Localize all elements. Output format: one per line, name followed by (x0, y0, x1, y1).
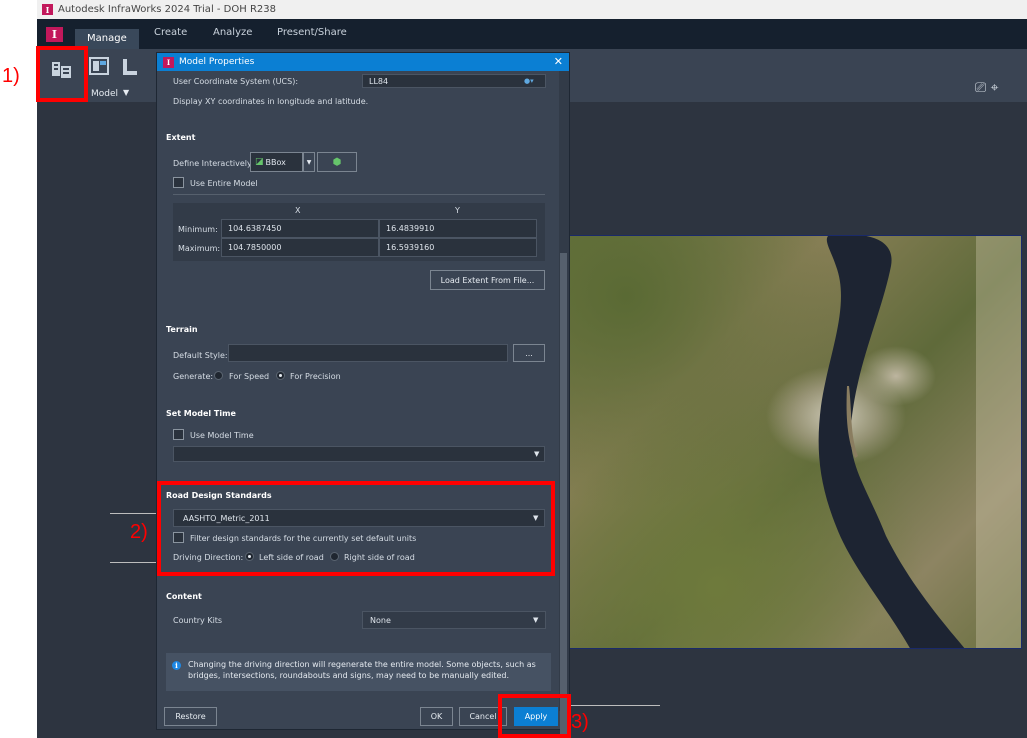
ucs-description: Display XY coordinates in longitude and … (173, 97, 369, 106)
max-x-input[interactable]: 104.7850000 (221, 238, 379, 257)
minimum-label: Minimum: (178, 225, 218, 234)
window-title: Autodesk InfraWorks 2024 Trial - DOH R23… (58, 4, 276, 15)
min-x-input[interactable]: 104.6387450 (221, 219, 379, 238)
country-kits-select[interactable]: None (362, 611, 546, 629)
terrain-header: Terrain (166, 325, 198, 334)
screenshot-root: I Autodesk InfraWorks 2024 Trial - DOH R… (0, 0, 1027, 738)
country-kits-label: Country Kits (173, 616, 223, 625)
load-extent-from-file-button[interactable]: Load Extent From File... (430, 270, 545, 290)
define-interactively-select[interactable]: ◪ BBox (250, 152, 303, 172)
divider (173, 194, 545, 195)
close-icon[interactable]: ✕ (554, 55, 563, 68)
model-label[interactable]: Model (91, 89, 118, 99)
chevron-down-icon: ▼ (533, 616, 539, 624)
max-y-value: 16.5939160 (386, 243, 435, 252)
scrollbar-thumb[interactable] (560, 253, 567, 738)
maximum-label: Maximum: (178, 244, 221, 253)
column-y-header: Y (455, 206, 460, 215)
use-entire-model-label: Use Entire Model (190, 179, 258, 188)
model-time-select[interactable] (173, 446, 545, 462)
river-shape (818, 236, 1021, 648)
dialog-titlebar[interactable]: I Model Properties (157, 53, 569, 71)
annotation-box-step2 (157, 481, 555, 576)
content-header: Content (166, 592, 202, 601)
for-speed-radio[interactable] (214, 371, 223, 380)
chevron-down-icon: ▼ (534, 450, 540, 458)
divider (110, 513, 157, 514)
pick-extent-icon: ⬢ (332, 156, 342, 168)
window-titlebar: I Autodesk InfraWorks 2024 Trial - DOH R… (37, 0, 1027, 19)
define-dropdown-button[interactable]: ▼ (303, 152, 315, 172)
app-icon: I (163, 56, 174, 68)
ucs-label: User Coordinate System (UCS): (173, 77, 299, 86)
model-tool-icon[interactable] (89, 57, 109, 77)
globe-icon: ●▾ (524, 77, 534, 85)
tab-analyze[interactable]: Analyze (213, 27, 252, 38)
pick-extent-button[interactable]: ⬢ (317, 152, 357, 172)
infraworks-logo-icon[interactable]: I (46, 27, 63, 42)
use-model-time-checkbox[interactable] (173, 429, 184, 440)
browse-style-button[interactable]: ... (513, 344, 545, 362)
ucs-select[interactable]: LL84 (362, 74, 546, 88)
default-style-label: Default Style: (173, 351, 228, 360)
restore-button[interactable]: Restore (164, 707, 217, 726)
ribbon-tab-bar: I Manage Create Analyze Present/Share (37, 19, 1027, 49)
min-x-value: 104.6387450 (228, 224, 282, 233)
annotation-label-step2: 2) (130, 521, 148, 543)
annotation-box-step3 (498, 694, 571, 738)
satellite-map[interactable] (565, 235, 1022, 649)
present-icon[interactable]: ⎚ ⌖ (975, 80, 999, 96)
define-interactively-value: BBox (265, 157, 286, 167)
max-y-input[interactable]: 16.5939160 (379, 238, 537, 257)
chevron-down-icon: ▼ (306, 158, 312, 166)
bbox-icon: ◪ (255, 157, 264, 167)
divider (110, 562, 157, 563)
for-precision-label: For Precision (290, 372, 341, 381)
column-x-header: X (295, 206, 301, 215)
min-y-input[interactable]: 16.4839910 (379, 219, 537, 238)
info-message: Changing the driving direction will rege… (188, 660, 536, 680)
divider (570, 705, 660, 706)
info-message-box: i Changing the driving direction will re… (166, 653, 551, 691)
ok-button[interactable]: OK (420, 707, 453, 726)
tab-present-share[interactable]: Present/Share (277, 27, 347, 38)
use-model-time-label: Use Model Time (190, 431, 254, 440)
generate-label: Generate: (173, 372, 214, 381)
tab-create[interactable]: Create (154, 27, 187, 38)
country-kits-value: None (370, 615, 391, 625)
model-time-header: Set Model Time (166, 409, 236, 418)
annotation-box-step1 (36, 46, 88, 102)
min-y-value: 16.4839910 (386, 224, 435, 233)
default-style-input[interactable] (228, 344, 508, 362)
ucs-value: LL84 (369, 76, 389, 86)
dialog-title: Model Properties (179, 57, 255, 67)
use-entire-model-checkbox[interactable] (173, 177, 184, 188)
max-x-value: 104.7850000 (228, 243, 282, 252)
annotation-label-step1: 1) (2, 65, 20, 87)
for-speed-label: For Speed (229, 372, 270, 381)
define-interactively-label: Define Interactively: (173, 159, 254, 168)
info-icon: i (172, 661, 181, 670)
app-icon: I (42, 4, 53, 15)
layers-icon[interactable] (121, 57, 139, 77)
model-properties-dialog: I Model Properties ✕ User Coordinate Sys… (156, 52, 570, 738)
annotation-label-step3: 3) (571, 711, 589, 733)
chevron-down-icon[interactable]: ▼ (123, 88, 129, 97)
for-precision-radio[interactable] (276, 371, 285, 380)
extent-header: Extent (166, 133, 196, 142)
